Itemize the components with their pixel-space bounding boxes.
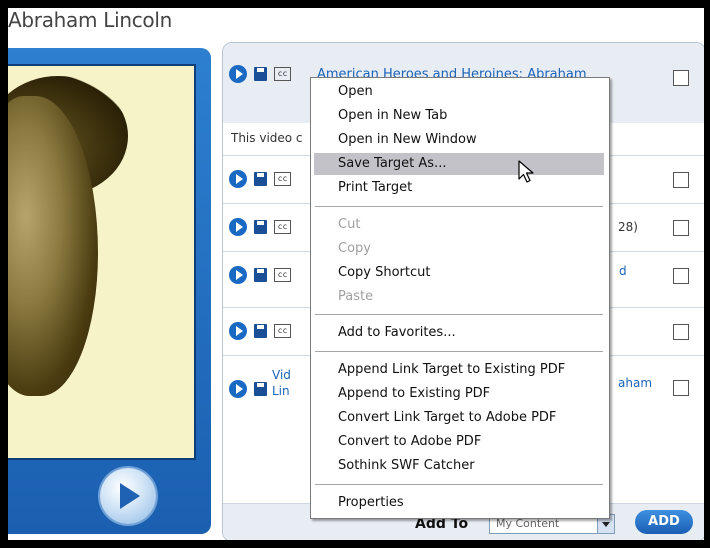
menu-item-save-target-as[interactable]: Save Target As... (314, 153, 604, 175)
video-play-button[interactable] (100, 468, 156, 524)
menu-item-sothink-swf-catcher[interactable]: Sothink SWF Catcher (314, 455, 604, 477)
closed-caption-icon[interactable]: cc (274, 220, 291, 234)
menu-item-properties[interactable]: Properties (314, 492, 604, 514)
add-button[interactable]: ADD (635, 510, 693, 534)
play-icon[interactable] (229, 218, 247, 236)
select-checkbox[interactable] (673, 268, 689, 284)
play-icon (120, 483, 140, 509)
save-icon[interactable] (254, 268, 267, 282)
video-title-link[interactable]: d (619, 264, 627, 278)
closed-caption-icon[interactable]: cc (274, 324, 291, 338)
video-screen[interactable] (8, 64, 196, 460)
closed-caption-icon[interactable]: cc (274, 268, 291, 282)
select-checkbox[interactable] (673, 70, 689, 86)
select-checkbox[interactable] (673, 172, 689, 188)
play-icon[interactable] (229, 322, 247, 340)
menu-item-open-new-window[interactable]: Open in New Window (314, 129, 604, 151)
menu-item-paste: Paste (338, 289, 374, 304)
menu-item-append-link-target-pdf[interactable]: Append Link Target to Existing PDF (314, 359, 604, 381)
video-player (8, 48, 211, 534)
menu-item-convert-adobe-pdf[interactable]: Convert to Adobe PDF (314, 431, 604, 453)
menu-item-copy: Copy (338, 241, 371, 256)
video-description: This video c (231, 131, 303, 145)
closed-caption-icon[interactable]: cc (274, 172, 291, 186)
page-title: Abraham Lincoln (8, 8, 172, 32)
menu-item-append-existing-pdf[interactable]: Append to Existing PDF (314, 383, 604, 405)
video-title-link-end[interactable]: aham (618, 376, 652, 390)
save-icon[interactable] (254, 220, 267, 234)
play-icon[interactable] (229, 380, 247, 398)
menu-separator (315, 351, 603, 352)
menu-item-copy-shortcut[interactable]: Copy Shortcut (314, 262, 604, 284)
save-icon[interactable] (254, 324, 267, 338)
menu-item-cut: Cut (338, 217, 361, 232)
play-icon[interactable] (229, 170, 247, 188)
save-icon[interactable] (254, 172, 267, 186)
menu-item-open-new-tab[interactable]: Open in New Tab (314, 105, 604, 127)
menu-item-open[interactable]: Open (314, 81, 604, 103)
menu-separator (315, 314, 603, 315)
closed-caption-icon[interactable]: cc (274, 67, 291, 81)
context-menu: Open Open in New Tab Open in New Window … (310, 77, 610, 519)
menu-item-add-to-favorites[interactable]: Add to Favorites... (314, 322, 604, 344)
menu-separator (315, 206, 603, 207)
video-title-link[interactable]: Vid (272, 368, 291, 382)
arrow-cursor-icon (518, 160, 534, 183)
menu-item-convert-link-target-pdf[interactable]: Convert Link Target to Adobe PDF (314, 407, 604, 429)
select-checkbox[interactable] (673, 324, 689, 340)
play-icon[interactable] (229, 65, 247, 83)
row-text: 28) (618, 220, 638, 234)
select-checkbox[interactable] (673, 220, 689, 236)
save-icon[interactable] (254, 382, 267, 396)
menu-item-print-target[interactable]: Print Target (314, 177, 604, 199)
video-title-link-line2[interactable]: Lin (272, 384, 290, 398)
play-icon[interactable] (229, 266, 247, 284)
save-icon[interactable] (254, 67, 267, 81)
select-checkbox[interactable] (673, 380, 689, 396)
menu-separator (315, 484, 603, 485)
